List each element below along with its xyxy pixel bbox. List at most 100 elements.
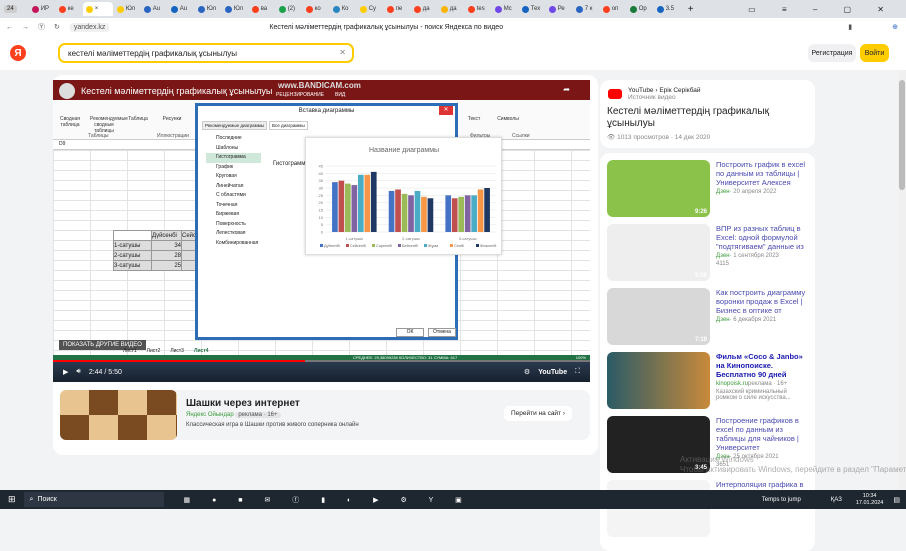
browser-tab[interactable]: ИР (29, 2, 55, 16)
chart-type-item[interactable]: Поверхность (206, 220, 261, 230)
search-input[interactable]: кестелі мәліметтердің графикалық ұсынылу… (58, 43, 354, 63)
browser-tab[interactable]: Ор (627, 2, 653, 16)
volume-icon[interactable]: 🔊︎ (76, 368, 80, 376)
page-scrollbar[interactable] (898, 70, 906, 490)
dialog-tab[interactable]: Рекомендуемые диаграммы (202, 121, 268, 130)
table-cell[interactable]: 25 (151, 260, 182, 271)
dialog-close-button[interactable]: ✕ (439, 106, 453, 115)
browser-tab[interactable]: 7 к (573, 2, 599, 16)
table-cell[interactable]: 34 (151, 240, 182, 251)
language[interactable]: ҚАЗ (831, 497, 842, 503)
dialog-tab[interactable]: Все диаграммы (269, 121, 308, 130)
table-cell[interactable]: 3-сатушы (113, 260, 152, 271)
video-source[interactable]: YouTube › Ерік Серікбай (628, 87, 808, 94)
browser-tab[interactable]: Ко (330, 2, 356, 16)
chart-type-item[interactable]: Точечная (206, 201, 261, 211)
browser-tab[interactable]: tes (465, 2, 491, 16)
video-thumbnail[interactable] (607, 352, 710, 409)
clock-time[interactable]: 10:34 (863, 493, 877, 499)
related-video-title[interactable]: Как построить диаграмму воронки продаж в… (716, 288, 808, 315)
login-button[interactable]: Войти (860, 44, 889, 62)
chart-type-item[interactable]: График (206, 163, 261, 173)
video-thumbnail[interactable]: 9:26 (607, 160, 710, 217)
browser-tab[interactable]: (2) (276, 2, 302, 16)
browser-tab[interactable]: 3.5 (654, 2, 680, 16)
sheet-tab[interactable]: Лист4 (194, 348, 209, 354)
url-field[interactable]: yandex.kz (69, 22, 110, 32)
tab-count[interactable]: 24 (4, 5, 17, 13)
youtube-logo[interactable]: YouTube (538, 369, 567, 376)
chart-type-item[interactable]: Биржевая (206, 210, 261, 220)
related-video[interactable]: Фильм «Coco & Janbo» на Кинопоиске. Бесп… (607, 352, 808, 409)
chart-type-item[interactable]: С областями (206, 191, 261, 201)
chart-type-item[interactable]: Гистограмма (206, 153, 261, 163)
back-icon[interactable]: ← (6, 24, 13, 31)
yandex-icon[interactable]: Ⓨ (38, 22, 45, 32)
chart-type-item[interactable]: Последние (206, 134, 261, 144)
video-source[interactable]: Дзен (716, 189, 730, 195)
ribbon-button[interactable]: Рекомендуемые сводные таблицы (90, 116, 128, 134)
browser-tab[interactable]: Тех (519, 2, 545, 16)
ad-source[interactable]: Яндекс Ойындар (186, 412, 234, 418)
ok-button[interactable]: ОК (396, 328, 424, 337)
video-title[interactable]: Кестелі мәліметтердің графикалық ұсынылу… (81, 86, 272, 96)
ribbon-button[interactable]: Таблица (124, 116, 152, 134)
download-icon[interactable]: ⊕ (892, 23, 898, 31)
video-thumbnail[interactable]: 7:19 (607, 288, 710, 345)
browser-tab[interactable]: ко (303, 2, 329, 16)
related-video-title[interactable]: ВПР из разных таблиц в Excel: одной форм… (716, 224, 808, 251)
chart-type-item[interactable]: Линейчатая (206, 182, 261, 192)
browser-tab[interactable]: Су (357, 2, 383, 16)
settings-icon[interactable]: ⚙ (524, 368, 530, 376)
video-source[interactable]: kinopoisk.ru (716, 381, 748, 387)
video-source[interactable]: Дзен (716, 317, 730, 323)
browser-tab[interactable]: × (82, 2, 113, 16)
browser-tab[interactable]: Au (168, 2, 194, 16)
sheet-tab[interactable]: Лист1 (123, 348, 137, 354)
sheet-tab[interactable]: Лист3 (170, 348, 184, 354)
ribbon-button[interactable]: Сводная таблица (56, 116, 84, 134)
video-source[interactable]: Дзен (716, 253, 730, 259)
share-icon[interactable]: ➦ (563, 85, 570, 94)
bookmark-icon[interactable]: ▮ (848, 23, 852, 31)
reload-icon[interactable]: ↻ (54, 23, 60, 31)
browser-tab[interactable]: оп (600, 2, 626, 16)
chart-type-item[interactable]: Лепестковая (206, 229, 261, 239)
register-button[interactable]: Регистрация (808, 44, 856, 62)
forward-icon[interactable]: → (22, 24, 29, 31)
ad-title[interactable]: Шашки через интернет (186, 398, 300, 409)
video-player[interactable]: Кестелі мәліметтердің графикалық ұсынылу… (53, 80, 590, 382)
chart-type-item[interactable]: Круговая (206, 172, 261, 182)
browser-tab[interactable]: Мс (492, 2, 518, 16)
browser-tab[interactable]: ва (249, 2, 275, 16)
play-icon[interactable]: ▶ (63, 368, 68, 376)
chart-type-item[interactable]: Шаблоны (206, 144, 261, 154)
browser-tab[interactable]: пе (384, 2, 410, 16)
browser-tab[interactable]: да (411, 2, 437, 16)
ad-banner[interactable]: Шашки через интернет Яндекс Ойындар рекл… (60, 390, 590, 440)
fullscreen-icon[interactable]: ⛶ (575, 368, 580, 376)
taskbar-search[interactable]: ⌕ Поиск (23, 492, 164, 507)
table-header-cell[interactable] (113, 230, 152, 241)
browser-tab[interactable]: ке (56, 2, 82, 16)
new-tab-button[interactable]: + (688, 4, 694, 15)
video-thumbnail[interactable]: 5:50 (607, 224, 710, 281)
visit-site-button[interactable]: Перейти на сайт › (504, 406, 573, 421)
clock-date[interactable]: 17.01.2024 (856, 500, 884, 506)
window-controls[interactable]: ▭ ≡ – ▢ ✕ (748, 5, 896, 14)
ribbon-button[interactable]: Текст (460, 116, 488, 134)
related-video[interactable]: 5:50 ВПР из разных таблиц в Excel: одной … (607, 224, 808, 281)
browser-tab[interactable]: Ре (546, 2, 572, 16)
cancel-button[interactable]: Отмена (428, 328, 456, 337)
table-cell[interactable]: 1-сатушы (113, 240, 152, 251)
ribbon-button[interactable]: Рисунки (158, 116, 186, 134)
cell-reference[interactable]: D9 (59, 141, 65, 147)
yandex-logo[interactable]: Я (10, 45, 26, 61)
ribbon-button[interactable]: Символы (494, 116, 522, 134)
related-video[interactable]: 9:26 Построить график в excel по данным и… (607, 160, 808, 217)
related-video-title[interactable]: Построение графиков в excel по данным из… (716, 416, 808, 452)
browser-tab[interactable]: Юл (195, 2, 221, 16)
browser-tab[interactable]: Юл (114, 2, 140, 16)
chart-type-item[interactable]: Комбинированная (206, 239, 261, 249)
table-header-cell[interactable]: Дүйсенбі (151, 230, 182, 241)
